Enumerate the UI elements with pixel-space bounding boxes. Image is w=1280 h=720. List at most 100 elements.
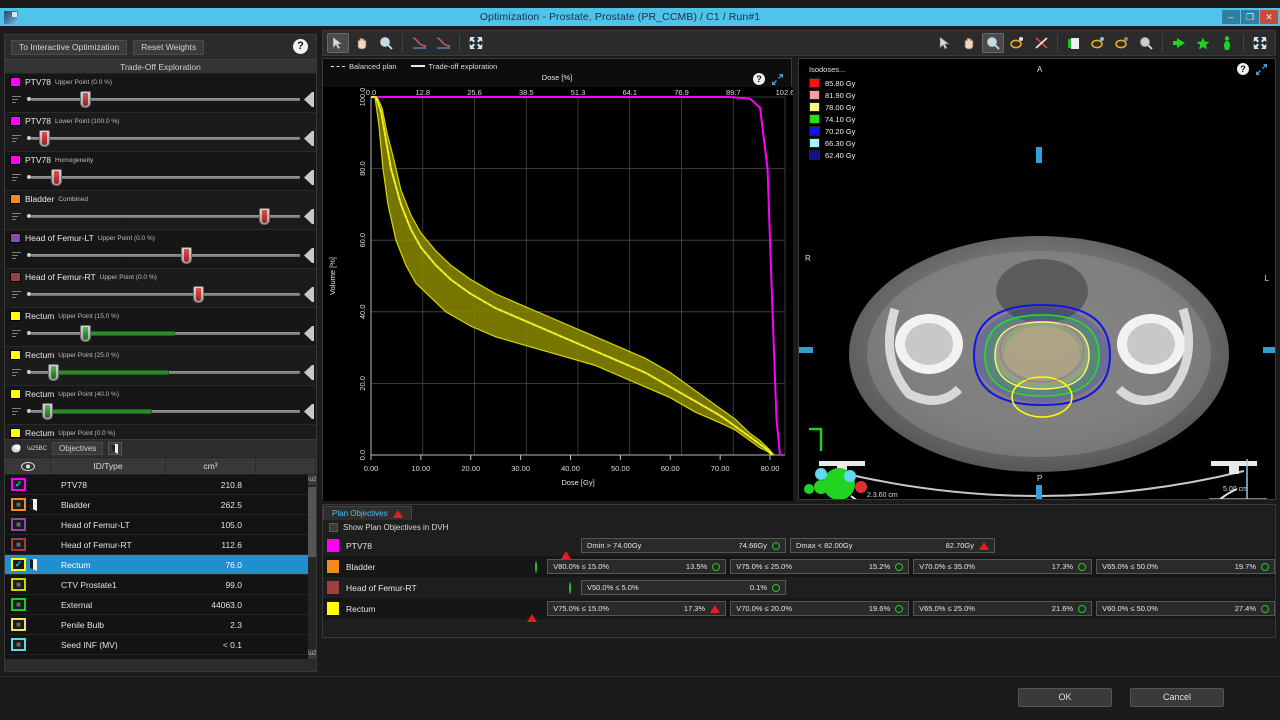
slider-track-row[interactable] bbox=[5, 283, 316, 305]
slider-row[interactable]: Bladder Combined bbox=[5, 191, 316, 230]
dvh-plot[interactable]: 0.012.825.638.551.364.176.989.7102.60.02… bbox=[323, 87, 793, 501]
beam-icon[interactable] bbox=[29, 559, 38, 571]
isodose-legend-item[interactable]: 85.80 Gy bbox=[809, 78, 855, 88]
objective-cell[interactable]: V70.0% ≤ 20.0% 19.6% bbox=[730, 601, 909, 616]
ok-button[interactable]: OK bbox=[1018, 688, 1112, 707]
slider-lock-icon[interactable] bbox=[302, 287, 314, 302]
slider-rail[interactable] bbox=[31, 137, 300, 140]
slider-handle[interactable] bbox=[80, 325, 91, 342]
table-row[interactable]: ✓ PTV78 210.8 bbox=[5, 475, 316, 495]
slider-lock-icon[interactable] bbox=[302, 131, 314, 146]
curve-right-icon[interactable] bbox=[432, 33, 454, 53]
priority-icon[interactable] bbox=[9, 169, 25, 185]
slider-handle[interactable] bbox=[42, 403, 53, 420]
slider-rail[interactable] bbox=[31, 98, 300, 101]
beam-icon[interactable] bbox=[108, 442, 122, 455]
show-plan-objectives-checkbox[interactable]: Show Plan Objectives in DVH bbox=[323, 520, 1275, 535]
slider-row[interactable]: PTV78 Homogeneity bbox=[5, 152, 316, 191]
isodose-legend-item[interactable]: 62.40 Gy bbox=[809, 150, 855, 160]
slider-rail[interactable] bbox=[31, 176, 300, 179]
scroll-thumb[interactable] bbox=[308, 487, 316, 557]
isodose-legend-item[interactable]: 74.10 Gy bbox=[809, 114, 855, 124]
objective-cell[interactable]: V60.0% ≤ 50.0% 27.4% bbox=[1096, 601, 1275, 616]
slider-track[interactable] bbox=[25, 247, 314, 263]
slider-handle[interactable] bbox=[80, 91, 91, 108]
slider-lock-icon[interactable] bbox=[302, 404, 314, 419]
table-row[interactable]: ■ Penile Bulb 2.3 bbox=[5, 615, 316, 635]
table-row[interactable]: ■ Bladder 262.5 bbox=[5, 495, 316, 515]
slider-row[interactable]: PTV78 Lower Point (100.0 %) bbox=[5, 113, 316, 152]
visibility-checkbox[interactable]: ■ bbox=[11, 538, 26, 551]
slider-track[interactable] bbox=[25, 403, 314, 419]
visibility-checkbox[interactable]: ■ bbox=[11, 598, 26, 611]
contour-hidden-icon[interactable] bbox=[1111, 33, 1133, 53]
help-icon[interactable]: ? bbox=[753, 73, 765, 85]
structure-dropdown[interactable]: \u25BC bbox=[11, 443, 47, 454]
beam-icon[interactable] bbox=[29, 499, 38, 511]
objective-cell[interactable]: V75.0% ≤ 15.0% 17.3% bbox=[547, 601, 726, 616]
row-visibility-cell[interactable]: ■ bbox=[5, 538, 51, 551]
slider-lock-icon[interactable] bbox=[302, 92, 314, 107]
objective-cell[interactable]: Dmin > 74.00Gy 74.66Gy bbox=[581, 538, 786, 553]
fit-icon[interactable] bbox=[1249, 33, 1271, 53]
isodose-legend-item[interactable]: 78.00 Gy bbox=[809, 102, 855, 112]
priority-icon[interactable] bbox=[9, 325, 25, 341]
visibility-checkbox[interactable]: ■ bbox=[11, 618, 26, 631]
pan-icon[interactable] bbox=[351, 33, 373, 53]
objective-cell[interactable]: V70.0% ≤ 35.0% 17.3% bbox=[913, 559, 1092, 574]
slider-track-row[interactable] bbox=[5, 244, 316, 266]
slider-lock-icon[interactable] bbox=[302, 170, 314, 185]
priority-icon[interactable] bbox=[9, 286, 25, 302]
contour-visible-icon[interactable] bbox=[1087, 33, 1109, 53]
table-row[interactable]: ■ CTV Prostate1 99.0 bbox=[5, 575, 316, 595]
tab-plan-objectives[interactable]: Plan Objectives bbox=[323, 506, 412, 520]
table-row[interactable]: ■ Head of Femur-LT 105.0 bbox=[5, 515, 316, 535]
maximize-button[interactable]: ❐ bbox=[1241, 10, 1259, 24]
measure-icon[interactable] bbox=[1030, 33, 1052, 53]
window-level-icon[interactable] bbox=[1006, 33, 1028, 53]
isodose-legend-item[interactable]: 70.20 Gy bbox=[809, 126, 855, 136]
slider-row[interactable]: Head of Femur-LT Upper Point (0.0 %) bbox=[5, 230, 316, 269]
visibility-checkbox[interactable]: ✓ bbox=[11, 558, 26, 571]
priority-icon[interactable] bbox=[9, 403, 25, 419]
slider-track-row[interactable] bbox=[5, 205, 316, 227]
star-icon[interactable] bbox=[1192, 33, 1214, 53]
objective-cell[interactable]: V65.0% ≤ 50.0% 19.7% bbox=[1096, 559, 1275, 574]
close-button[interactable]: ✕ bbox=[1260, 10, 1278, 24]
row-visibility-cell[interactable]: ■ bbox=[5, 578, 51, 591]
slider-track-row[interactable] bbox=[5, 88, 316, 110]
priority-icon[interactable] bbox=[9, 247, 25, 263]
slider-rail[interactable] bbox=[31, 293, 300, 296]
table-row[interactable]: ✓ Rectum 76.0 bbox=[5, 555, 316, 575]
visibility-checkbox[interactable]: ✓ bbox=[11, 478, 26, 491]
row-visibility-cell[interactable]: ■ bbox=[5, 598, 51, 611]
row-visibility-cell[interactable]: ✓ bbox=[5, 478, 51, 491]
expand-icon[interactable] bbox=[1255, 63, 1268, 81]
curve-left-icon[interactable] bbox=[408, 33, 430, 53]
slider-track[interactable] bbox=[25, 286, 314, 302]
isodose-legend-title[interactable]: Isodoses... bbox=[809, 65, 855, 74]
minimize-button[interactable]: – bbox=[1222, 10, 1240, 24]
objective-cell[interactable]: V65.0% ≤ 25.0% 21.6% bbox=[913, 601, 1092, 616]
row-visibility-cell[interactable]: ■ bbox=[5, 638, 51, 651]
help-icon[interactable]: ? bbox=[1237, 63, 1249, 75]
slider-row[interactable]: Rectum Upper Point (0.0 %) bbox=[5, 425, 316, 440]
visibility-checkbox[interactable]: ■ bbox=[11, 518, 26, 531]
magnify-icon[interactable] bbox=[1135, 33, 1157, 53]
slider-lock-icon[interactable] bbox=[302, 365, 314, 380]
slider-row[interactable]: Rectum Upper Point (25.0 %) bbox=[5, 347, 316, 386]
scroll-down-arrow[interactable]: \u25BC bbox=[308, 649, 316, 659]
slider-lock-icon[interactable] bbox=[302, 326, 314, 341]
row-visibility-cell[interactable]: ✓ bbox=[5, 558, 51, 571]
slider-lock-icon[interactable] bbox=[302, 248, 314, 263]
plan-objective-row[interactable]: Head of Femur-RT V50.0% ≤ 5.0% 0.1% bbox=[323, 577, 1275, 598]
tab-objectives[interactable]: Objectives bbox=[52, 442, 103, 455]
cancel-button[interactable]: Cancel bbox=[1130, 688, 1224, 707]
isodose-legend-item[interactable]: 81.90 Gy bbox=[809, 90, 855, 100]
row-visibility-cell[interactable]: ■ bbox=[5, 518, 51, 531]
plan-objective-row[interactable]: Bladder V80.0% ≤ 15.0% 13.5% V75.0% ≤ 25… bbox=[323, 556, 1275, 577]
objective-cell[interactable]: V80.0% ≤ 15.0% 13.5% bbox=[547, 559, 726, 574]
slider-track[interactable] bbox=[25, 325, 314, 341]
visibility-checkbox[interactable]: ■ bbox=[11, 638, 26, 651]
checkbox-box[interactable] bbox=[329, 523, 338, 532]
